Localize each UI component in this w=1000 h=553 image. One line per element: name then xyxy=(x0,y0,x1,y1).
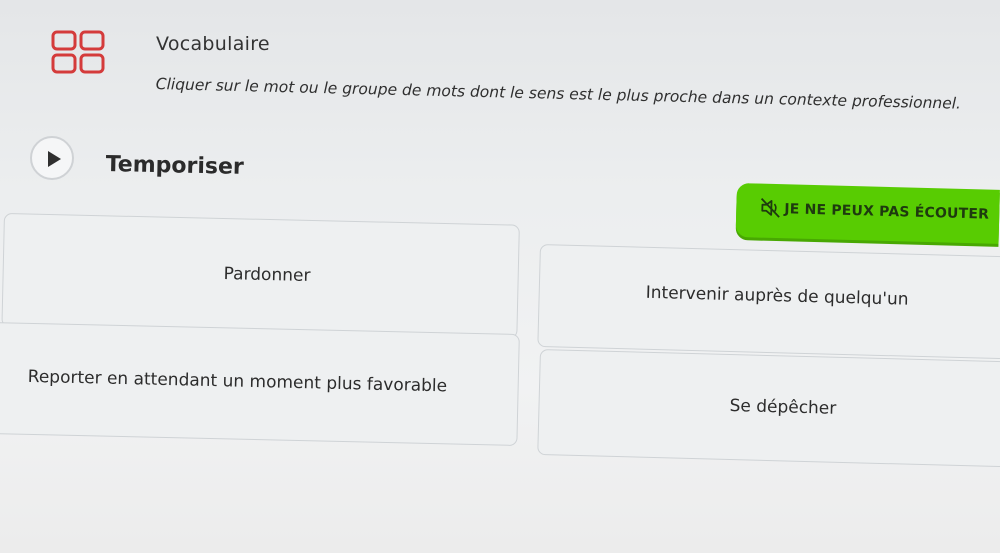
play-icon xyxy=(48,151,61,167)
play-audio-button[interactable] xyxy=(30,136,74,180)
answer-option-label: Pardonner xyxy=(223,264,311,286)
cant-listen-label: JE NE PEUX PAS ÉCOUTER xyxy=(784,201,990,223)
answer-option-label: Reporter en attendant un moment plus fav… xyxy=(27,366,448,397)
answer-option-pardonner[interactable]: Pardonner xyxy=(1,213,520,339)
answer-option-intervenir[interactable]: Intervenir auprès de quelqu'un xyxy=(537,244,1000,360)
answer-option-label: Se dépêcher xyxy=(729,395,837,419)
grid-cards-icon xyxy=(50,30,106,74)
answer-option-se-depecher[interactable]: Se dépêcher xyxy=(537,349,1000,468)
cant-listen-button[interactable]: JE NE PEUX PAS ÉCOUTER xyxy=(735,183,1000,244)
prompt-word: Temporiser xyxy=(105,152,245,180)
speaker-muted-icon xyxy=(760,198,780,218)
page-title: Vocabulaire xyxy=(156,33,270,55)
instruction-text: Cliquer sur le mot ou le groupe de mots … xyxy=(155,75,962,113)
answer-option-label: Intervenir auprès de quelqu'un xyxy=(645,282,909,310)
answer-option-reporter[interactable]: Reporter en attendant un moment plus fav… xyxy=(0,322,520,446)
